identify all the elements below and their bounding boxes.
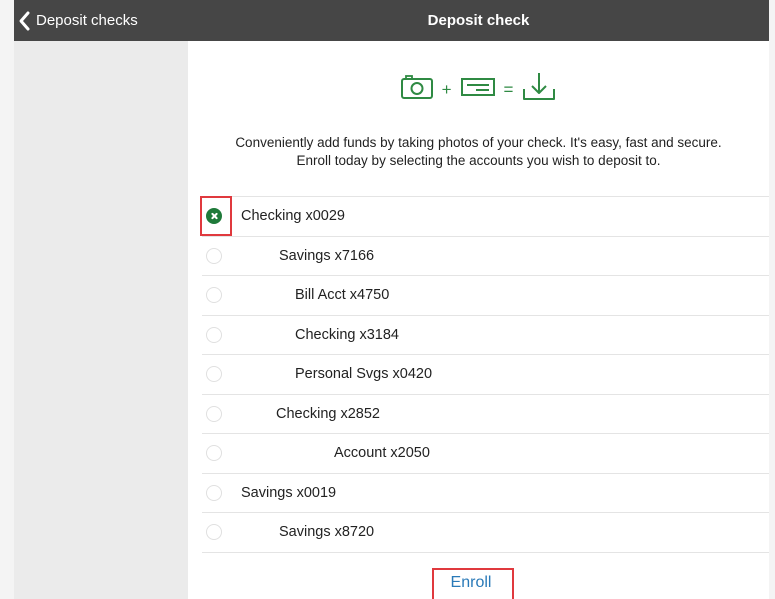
account-list: Checking x0029 Savings x7166 Bill Acct x… xyxy=(202,196,769,553)
account-label: Checking x2852 xyxy=(276,405,380,422)
account-row[interactable]: Personal Svgs x0420 xyxy=(202,355,769,395)
selected-check-icon[interactable] xyxy=(206,208,222,225)
account-row[interactable]: Savings x7166 xyxy=(202,237,769,276)
enroll-button[interactable]: Enroll xyxy=(431,570,511,596)
account-row[interactable]: Checking x0029 xyxy=(202,197,769,237)
navigation-bar: Deposit checks Deposit check xyxy=(14,0,769,41)
radio-button[interactable] xyxy=(206,524,222,541)
account-label: Savings x7166 xyxy=(279,247,375,264)
app-window: Deposit checks Deposit check + = Conveni… xyxy=(14,0,769,599)
description-line-2: Enroll today by selecting the accounts y… xyxy=(296,153,661,168)
account-row[interactable]: Checking x2852 xyxy=(202,395,769,434)
radio-button[interactable] xyxy=(206,287,222,304)
account-row[interactable]: Savings x8720 xyxy=(202,513,769,553)
plus-sign: + xyxy=(441,79,452,99)
page-title: Deposit check xyxy=(427,12,530,29)
account-label: Personal Svgs x0420 xyxy=(295,366,433,382)
account-label: Savings x8720 xyxy=(279,524,375,540)
account-label: Savings x0019 xyxy=(241,484,337,501)
account-label: Checking x0029 xyxy=(241,208,345,224)
radio-button[interactable] xyxy=(206,366,222,383)
radio-button[interactable] xyxy=(206,445,222,462)
radio-button[interactable] xyxy=(206,247,222,264)
main-content: + = Conveniently add funds by taking pho… xyxy=(188,41,769,599)
account-row[interactable]: Bill Acct x4750 xyxy=(202,276,769,316)
account-label: Account x2050 xyxy=(334,445,430,461)
sidebar-panel xyxy=(14,41,188,599)
equals-sign: = xyxy=(503,79,514,99)
radio-button[interactable] xyxy=(206,326,222,343)
deposit-illustration: + = xyxy=(188,71,769,107)
account-row[interactable]: Savings x0019 xyxy=(202,474,769,513)
account-row[interactable]: Checking x3184 xyxy=(202,316,769,355)
radio-button[interactable] xyxy=(206,405,222,422)
download-icon xyxy=(521,71,557,108)
check-card-icon xyxy=(460,76,496,103)
enroll-description: Conveniently add funds by taking photos … xyxy=(188,134,769,170)
account-row[interactable]: Account x2050 xyxy=(202,434,769,474)
account-label: Checking x3184 xyxy=(295,326,399,343)
radio-button[interactable] xyxy=(206,484,222,501)
description-line-1: Conveniently add funds by taking photos … xyxy=(235,135,722,150)
account-label: Bill Acct x4750 xyxy=(295,287,390,303)
camera-icon xyxy=(400,74,434,105)
